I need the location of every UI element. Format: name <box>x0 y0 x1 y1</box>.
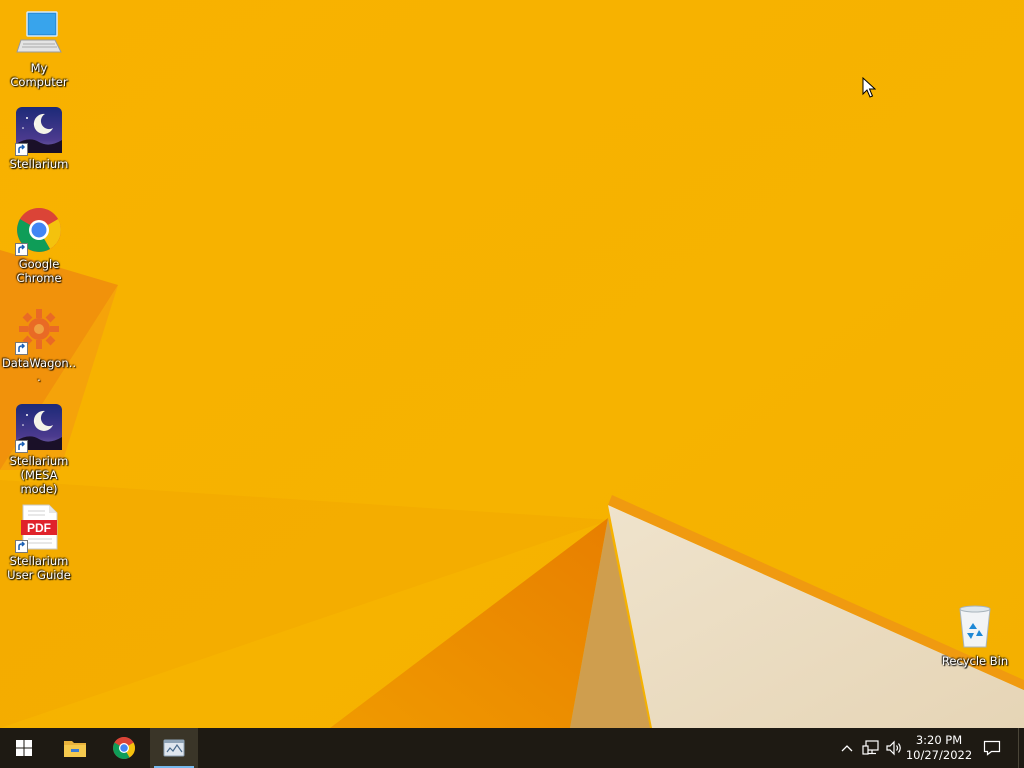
desktop-icon-label: Stellarium User Guide <box>7 554 71 582</box>
desktop-icon-stellarium[interactable]: Stellarium <box>1 106 77 171</box>
pdf-badge-text: PDF <box>27 521 51 535</box>
wallpaper <box>0 0 1024 728</box>
action-center-icon <box>983 740 1001 756</box>
desktop-icon-datawagon[interactable]: DataWagon... <box>1 305 77 384</box>
computer-icon <box>15 10 63 58</box>
volume-icon <box>886 740 901 756</box>
shortcut-arrow-icon <box>15 342 28 355</box>
recycle-bin-icon <box>951 603 999 651</box>
desktop-icon-label: Recycle Bin <box>941 654 1009 668</box>
taskbar-google-chrome[interactable] <box>100 728 148 768</box>
desktop-icon-label: Stellarium (MESA mode) <box>9 454 69 496</box>
desktop-icon-recycle-bin[interactable]: Recycle Bin <box>937 603 1013 668</box>
desktop-icon-label: DataWagon... <box>1 356 77 384</box>
shortcut-arrow-icon <box>15 143 28 156</box>
desktop-icon-google-chrome[interactable]: Google Chrome <box>1 206 77 285</box>
network-icon <box>862 740 879 755</box>
desktop-icon-stellarium-user-guide[interactable]: PDF Stellarium User Guide <box>1 503 77 582</box>
shortcut-arrow-icon <box>15 540 28 553</box>
desktop-icon-stellarium-mesa[interactable]: Stellarium (MESA mode) <box>1 403 77 496</box>
shortcut-arrow-icon <box>15 243 28 256</box>
tray-volume-button[interactable] <box>883 728 905 768</box>
desktop-icon-label: My Computer <box>10 61 68 89</box>
clock-time: 3:20 PM <box>915 733 963 747</box>
tray-show-hidden-button[interactable] <box>837 728 857 768</box>
desktop-icon-label: Google Chrome <box>16 257 62 285</box>
action-center-button[interactable] <box>978 728 1006 768</box>
desktop-icon-label: Stellarium <box>9 157 69 171</box>
show-desktop-button[interactable] <box>1018 728 1024 768</box>
desktop[interactable]: My Computer Stellarium Google Chrome Dat… <box>0 0 1024 728</box>
stellarium-icon <box>15 403 63 453</box>
start-button[interactable] <box>0 728 48 768</box>
taskbar-stellarium-app[interactable] <box>150 728 198 768</box>
shortcut-arrow-icon <box>15 440 28 453</box>
chrome-icon <box>15 206 63 256</box>
tray-clock[interactable]: 3:20 PM 10/27/2022 <box>906 728 972 768</box>
stellarium-icon <box>15 106 63 156</box>
taskbar: 3:20 PM 10/27/2022 <box>0 728 1024 768</box>
mouse-cursor-icon <box>862 77 876 98</box>
chrome-icon <box>113 737 135 759</box>
windows-start-icon <box>16 740 32 756</box>
app-window-icon <box>163 739 185 757</box>
tray-network-button[interactable] <box>859 728 883 768</box>
clock-date: 10/27/2022 <box>905 748 973 762</box>
datawagon-icon <box>15 305 63 355</box>
taskbar-file-explorer[interactable] <box>51 728 99 768</box>
folder-icon <box>64 741 86 757</box>
pdf-icon: PDF <box>15 503 63 553</box>
chevron-up-icon <box>841 745 853 752</box>
desktop-icon-my-computer[interactable]: My Computer <box>1 10 77 89</box>
